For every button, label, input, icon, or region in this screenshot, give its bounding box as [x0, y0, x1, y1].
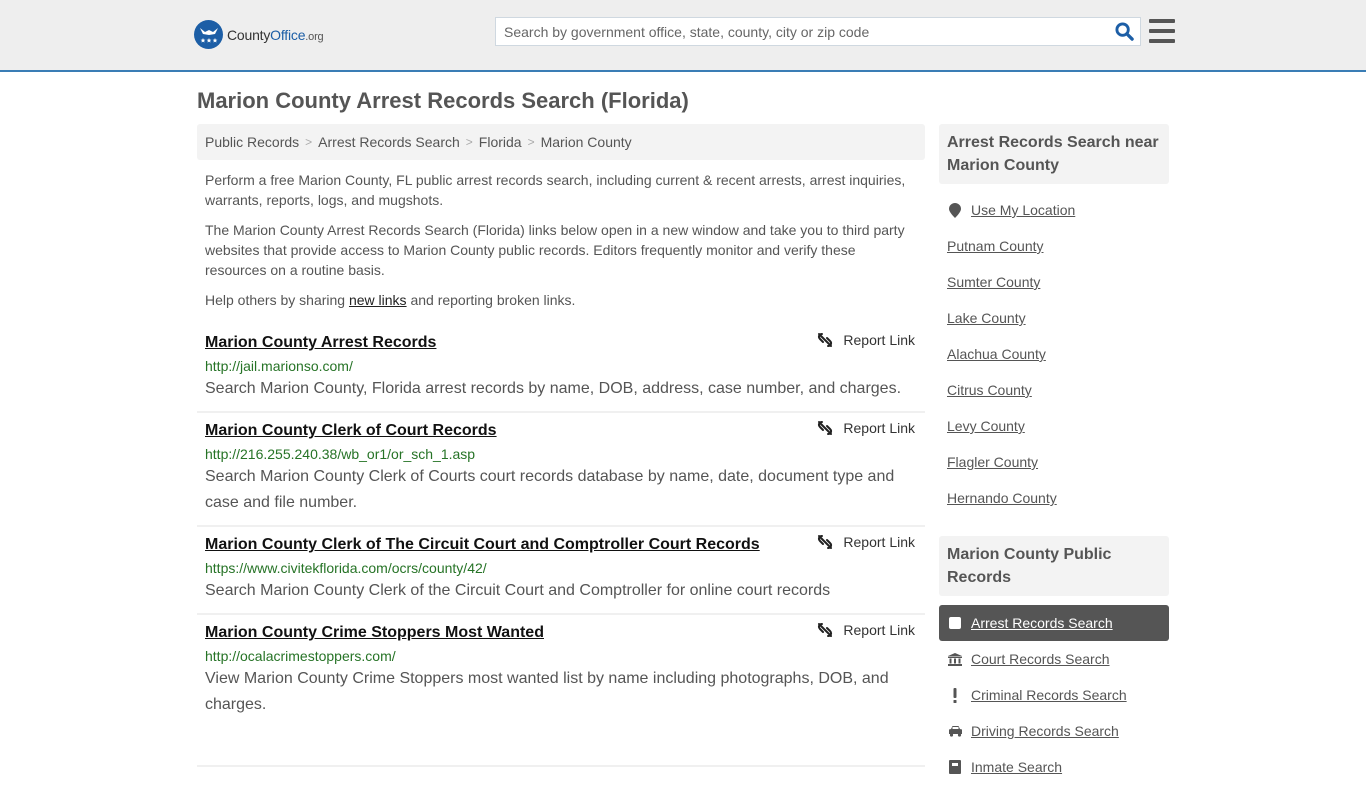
search-icon — [1114, 22, 1134, 41]
result-item: Marion County Clerk of Court Records htt… — [197, 413, 925, 527]
result-description: View Marion County Crime Stoppers most w… — [205, 670, 889, 713]
logo-wordmark: CountyOffice.org — [227, 26, 324, 43]
sidebar-nearby-heading: Arrest Records Search near Marion County — [939, 124, 1169, 184]
report-link-button[interactable]: Report Link — [817, 420, 915, 436]
sidebar-item-label[interactable]: Court Records Search — [971, 651, 1110, 667]
county-link-lake[interactable]: Lake County — [947, 310, 1026, 326]
county-link-putnam[interactable]: Putnam County — [947, 238, 1044, 254]
breadcrumb-separator: > — [305, 135, 313, 149]
sidebar-item-court-records[interactable]: Court Records Search — [939, 641, 1169, 677]
public-records-list: Arrest Records Search Court Records Sear… — [939, 605, 1169, 785]
map-pin-icon — [947, 202, 963, 218]
sidebar-public-records-heading: Marion County Public Records — [939, 536, 1169, 596]
divider — [197, 765, 925, 767]
breadcrumb: Public Records > Arrest Records Search >… — [197, 124, 925, 160]
square-icon — [947, 617, 963, 629]
sidebar-nearby: Arrest Records Search near Marion County… — [939, 124, 1169, 516]
broken-link-icon — [818, 333, 833, 347]
broken-link-icon — [818, 623, 833, 637]
sidebar-item-arrest-records[interactable]: Arrest Records Search — [939, 605, 1169, 641]
report-link-button[interactable]: Report Link — [817, 332, 915, 348]
result-title-link[interactable]: Marion County Arrest Records — [205, 332, 917, 354]
county-link-flagler[interactable]: Flagler County — [947, 454, 1038, 470]
use-my-location-item: Use My Location — [947, 192, 1161, 228]
sidebar-item-label[interactable]: Arrest Records Search — [971, 615, 1113, 631]
car-icon — [947, 725, 963, 737]
nearby-county-item: Lake County — [947, 300, 1161, 336]
result-url-link[interactable]: http://ocalacrimestoppers.com/ — [205, 646, 917, 666]
page-title: Marion County Arrest Records Search (Flo… — [197, 88, 689, 113]
exclamation-icon — [947, 687, 963, 703]
nearby-county-item: Hernando County — [947, 480, 1161, 516]
results-list: Marion County Arrest Records http://jail… — [197, 325, 925, 758]
inmate-icon — [947, 760, 963, 774]
intro-text: Perform a free Marion County, FL public … — [205, 170, 920, 320]
sidebar-item-criminal-records[interactable]: Criminal Records Search — [939, 677, 1169, 713]
intro-help-paragraph: Help others by sharing new links and rep… — [205, 292, 576, 308]
intro-paragraph: Perform a free Marion County, FL public … — [205, 172, 906, 208]
result-title-link[interactable]: Marion County Clerk of The Circuit Court… — [205, 534, 917, 556]
courthouse-icon — [947, 652, 963, 666]
sidebar-public-records: Marion County Public Records Arrest Reco… — [939, 536, 1169, 785]
nearby-county-item: Putnam County — [947, 228, 1161, 264]
breadcrumb-public-records[interactable]: Public Records — [205, 134, 299, 150]
search-input[interactable] — [496, 18, 1108, 45]
result-url-link[interactable]: http://216.255.240.38/wb_or1/or_sch_1.as… — [205, 444, 917, 464]
county-link-sumter[interactable]: Sumter County — [947, 274, 1040, 290]
nearby-county-list: Use My Location Putnam County Sumter Cou… — [939, 192, 1169, 516]
nearby-county-item: Alachua County — [947, 336, 1161, 372]
sidebar-item-driving-records[interactable]: Driving Records Search — [939, 713, 1169, 749]
eagle-stars-icon — [194, 20, 223, 49]
new-links-link[interactable]: new links — [349, 292, 407, 308]
breadcrumb-florida[interactable]: Florida — [479, 134, 522, 150]
breadcrumb-arrest-records-search[interactable]: Arrest Records Search — [318, 134, 460, 150]
breadcrumb-separator: > — [465, 135, 473, 149]
result-item: Marion County Clerk of The Circuit Court… — [197, 527, 925, 615]
result-description: Search Marion County Clerk of the Circui… — [205, 582, 831, 599]
county-link-hernando[interactable]: Hernando County — [947, 490, 1057, 506]
broken-link-icon — [818, 535, 833, 549]
report-link-button[interactable]: Report Link — [817, 622, 915, 638]
result-url-link[interactable]: http://jail.marionso.com/ — [205, 356, 917, 376]
hamburger-menu-icon[interactable] — [1149, 19, 1175, 43]
result-description: Search Marion County, Florida arrest rec… — [205, 380, 902, 397]
result-item: Marion County Arrest Records http://jail… — [197, 325, 925, 413]
sidebar-item-inmate-search[interactable]: Inmate Search — [939, 749, 1169, 785]
nearby-county-item: Levy County — [947, 408, 1161, 444]
site-search — [495, 17, 1141, 46]
county-link-levy[interactable]: Levy County — [947, 418, 1025, 434]
sidebar-item-label[interactable]: Criminal Records Search — [971, 687, 1127, 703]
nearby-county-item: Sumter County — [947, 264, 1161, 300]
breadcrumb-marion-county[interactable]: Marion County — [541, 134, 632, 150]
result-url-link[interactable]: https://www.civitekflorida.com/ocrs/coun… — [205, 558, 917, 578]
sidebar-item-label[interactable]: Inmate Search — [971, 759, 1062, 775]
site-header: CountyOffice.org — [0, 0, 1366, 72]
county-link-citrus[interactable]: Citrus County — [947, 382, 1032, 398]
result-title-link[interactable]: Marion County Clerk of Court Records — [205, 420, 917, 442]
result-title-link[interactable]: Marion County Crime Stoppers Most Wanted — [205, 622, 917, 644]
sidebar-item-label[interactable]: Driving Records Search — [971, 723, 1119, 739]
result-description: Search Marion County Clerk of Courts cou… — [205, 468, 895, 511]
nearby-county-item: Flagler County — [947, 444, 1161, 480]
site-logo[interactable]: CountyOffice.org — [194, 20, 324, 49]
use-my-location-link[interactable]: Use My Location — [971, 202, 1075, 218]
result-item: Marion County Crime Stoppers Most Wanted… — [197, 615, 925, 758]
intro-paragraph: The Marion County Arrest Records Search … — [205, 222, 905, 278]
search-button[interactable] — [1108, 18, 1140, 45]
county-link-alachua[interactable]: Alachua County — [947, 346, 1046, 362]
breadcrumb-separator: > — [527, 135, 535, 149]
nearby-county-item: Citrus County — [947, 372, 1161, 408]
broken-link-icon — [818, 421, 833, 435]
report-link-button[interactable]: Report Link — [817, 534, 915, 550]
